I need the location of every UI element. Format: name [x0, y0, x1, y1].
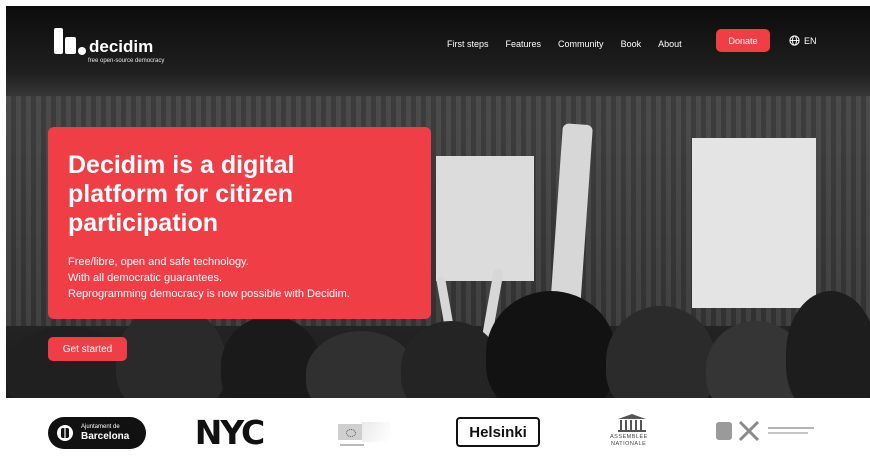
hero-banner: decidim free open-source democracy First… — [6, 6, 870, 398]
language-selector[interactable]: EN — [789, 35, 817, 46]
background-board — [436, 156, 534, 281]
background-board — [692, 138, 816, 308]
logo-wordmark: decidim — [89, 37, 154, 56]
nav-features[interactable]: Features — [506, 39, 542, 49]
barcelona-logo[interactable]: Ajuntament de Barcelona — [48, 417, 146, 449]
main-nav: First steps Features Community Book Abou… — [447, 39, 699, 49]
donate-button[interactable]: Donate — [716, 29, 770, 52]
hero-line: With all democratic guarantees. — [68, 272, 223, 284]
nyc-logo[interactable]: NYC — [180, 412, 278, 452]
barcelona-line2: Barcelona — [81, 431, 130, 442]
nyc-wordmark: NYC — [194, 412, 266, 452]
helsinki-logo[interactable]: Helsinki — [456, 417, 540, 447]
assemblee-line2: NATIONALE — [611, 441, 647, 447]
mexico-caption-line — [768, 427, 814, 429]
nav-first-steps[interactable]: First steps — [447, 39, 489, 49]
mexico-city-logo[interactable] — [716, 420, 826, 444]
language-label: EN — [804, 35, 817, 46]
barcelona-line1: Ajuntament de — [81, 424, 120, 430]
hero-headline: Decidim is a digital platform for citize… — [68, 151, 295, 237]
assemblee-line1: ASSEMBLÉE — [610, 434, 648, 440]
hero-description: Free/libre, open and safe technology. Wi… — [68, 254, 350, 302]
nav-book[interactable]: Book — [621, 39, 642, 49]
eu-stars-icon — [346, 429, 356, 437]
get-started-button[interactable]: Get started — [48, 337, 127, 361]
logo-mark — [78, 47, 86, 55]
nav-about[interactable]: About — [658, 39, 682, 49]
parliament-building-icon — [618, 414, 646, 432]
hero-card: Decidim is a digital platform for citize… — [48, 127, 431, 319]
mexico-crest-icon — [716, 422, 732, 440]
eu-caption-icon — [340, 444, 364, 446]
barcelona-shield-icon — [57, 425, 73, 441]
mexico-city-emblem-icon — [738, 420, 760, 442]
globe-icon — [789, 35, 800, 46]
partner-logos: Ajuntament de Barcelona NYC Helsinki ASS… — [0, 400, 870, 456]
logo-tagline: free open-source democracy — [88, 58, 165, 64]
logo-mark — [65, 37, 76, 54]
crowd-silhouette — [306, 331, 416, 398]
hero-line: Reprogramming democracy is now possible … — [68, 288, 350, 300]
mexico-caption-line — [768, 432, 808, 434]
assemblee-nationale-logo[interactable]: ASSEMBLÉE NATIONALE — [600, 414, 664, 454]
helsinki-wordmark: Helsinki — [469, 423, 527, 441]
nav-community[interactable]: Community — [558, 39, 604, 49]
hero-line: Free/libre, open and safe technology. — [68, 256, 249, 268]
logo-mark — [54, 28, 63, 54]
european-commission-logo[interactable] — [338, 420, 390, 450]
eu-swoosh-icon — [362, 422, 390, 442]
